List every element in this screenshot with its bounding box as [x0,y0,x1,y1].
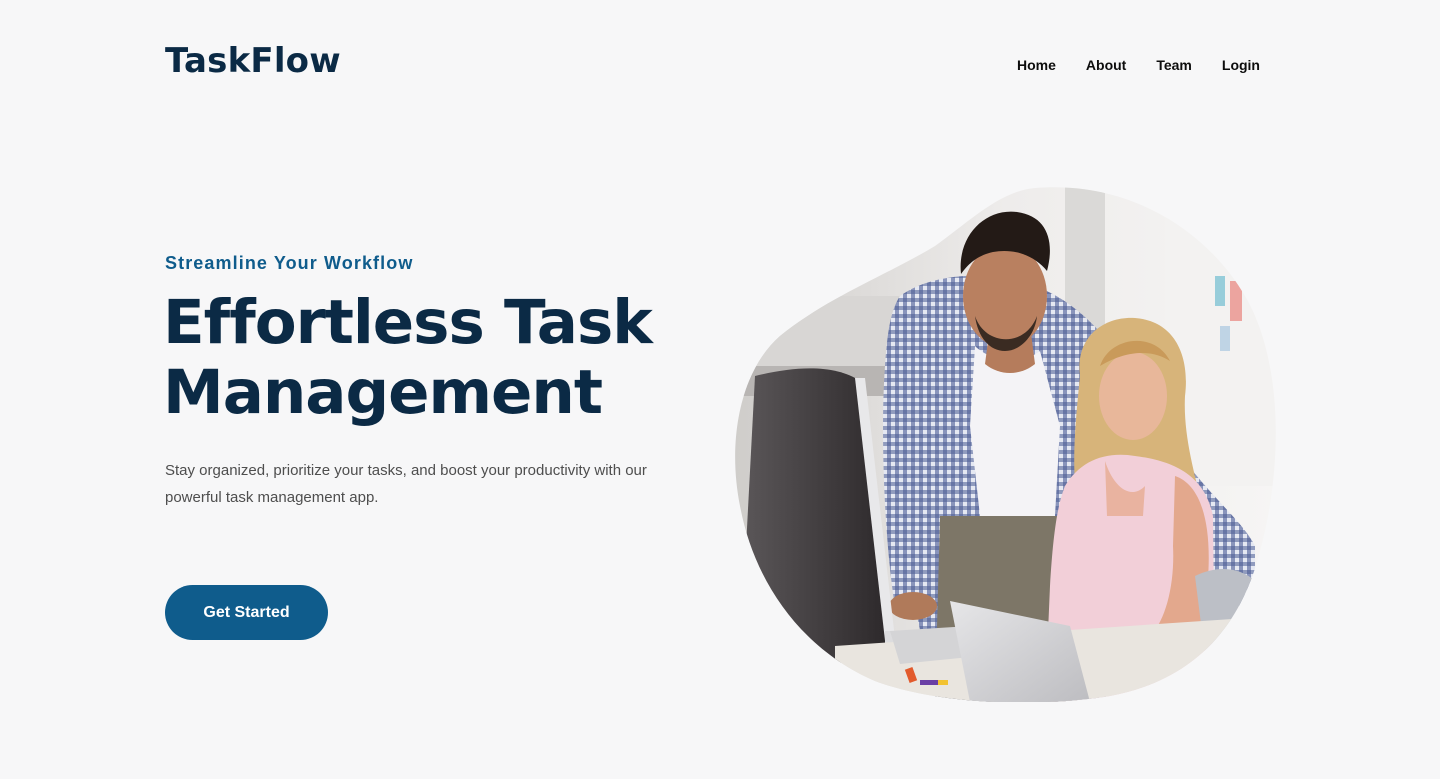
get-started-button[interactable]: Get Started [165,585,328,640]
hero-headline: Effortless Task Management [163,288,723,428]
nav-about-link[interactable]: About [1086,57,1126,73]
hero-headline-line1: Effortless Task [163,287,653,358]
nav-team-link[interactable]: Team [1156,57,1192,73]
hero-description: Stay organized, prioritize your tasks, a… [165,462,647,506]
nav-home-link[interactable]: Home [1017,57,1056,73]
nav-login-link[interactable]: Login [1222,57,1260,73]
hero-eyebrow: Streamline Your Workflow [165,253,414,273]
main-nav: Home About Team Login [1017,57,1260,73]
logo[interactable]: TaskFlow [165,41,341,81]
hero-photo [735,187,1276,702]
hero-headline-line2: Management [163,357,603,428]
landing-page: TaskFlow Home About Team Login Streamlin… [0,0,1440,779]
